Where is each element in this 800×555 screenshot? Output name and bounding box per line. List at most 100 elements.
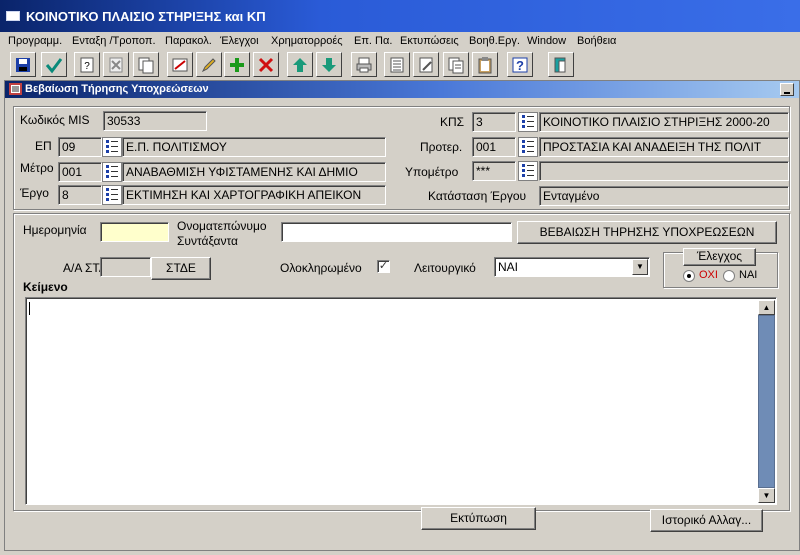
delete-record-button[interactable] (253, 52, 279, 77)
ep-list-button[interactable] (102, 137, 122, 157)
certificate-button[interactable]: ΒΕΒΑΙΩΣΗ ΤΗΡΗΣΗΣ ΥΠΟΧΡΕΩΣΕΩΝ (517, 221, 777, 244)
date-label: Ημερομηνία (23, 223, 87, 237)
query-button[interactable]: ? (74, 52, 100, 77)
metro-code-field[interactable]: 001 (58, 162, 102, 182)
scroll-down-button[interactable]: ▼ (758, 488, 775, 503)
document-edit-button[interactable] (413, 52, 439, 77)
history-button[interactable]: Ιστορικό Αλλαγ... (650, 509, 763, 532)
scroll-thumb[interactable] (758, 315, 775, 488)
list-values-icon (106, 188, 118, 201)
text-caret (29, 302, 30, 315)
edit-record-icon (172, 58, 188, 71)
date-field[interactable] (100, 222, 169, 242)
clear-button[interactable] (103, 52, 129, 77)
document-edit-icon (419, 57, 433, 72)
list-values-icon (106, 165, 118, 178)
proter-code-field[interactable]: 001 (472, 137, 516, 157)
author-label-line2: Συντάξαντα (177, 234, 238, 248)
menu-xrimatorroes[interactable]: Χρηματορροές (271, 35, 343, 47)
ypometro-list-button[interactable] (518, 161, 538, 181)
copy-record-button[interactable] (133, 52, 159, 77)
check-no-label: ΟΧΙ (699, 269, 718, 281)
app-title-bar: ΚΟΙΝΟΤΙΚΟ ΠΛΑΙΣΙΟ ΣΤΗΡΙΞΗΣ και ΚΠ (0, 0, 800, 32)
scroll-up-button[interactable]: ▲ (758, 300, 775, 315)
clipboard-button[interactable] (472, 52, 498, 77)
help-icon: ? (512, 57, 528, 73)
list-values-icon (106, 140, 118, 153)
check-no-radio[interactable] (683, 270, 695, 282)
text-area[interactable]: ▲ ▼ (25, 297, 777, 505)
menu-elegxoi[interactable]: Έλεγχοι (220, 35, 259, 47)
ep-code-field[interactable]: 09 (58, 137, 102, 157)
completed-checkbox[interactable]: ✓ (377, 260, 390, 273)
aa-stde-field[interactable] (100, 257, 151, 277)
operational-select[interactable]: ΝΑΙ ▼ (494, 257, 650, 277)
save-icon (16, 57, 30, 72)
form-window-icon (9, 83, 22, 95)
form-title: Βεβαίωση Τήρησης Υποχρεώσεων (25, 83, 209, 95)
mis-field[interactable]: 30533 (103, 111, 207, 131)
proter-list-button[interactable] (518, 137, 538, 157)
edit-pencil-icon (201, 57, 216, 72)
copy-record-icon (138, 57, 154, 73)
print-icon (356, 57, 372, 72)
menu-window[interactable]: Window (527, 35, 566, 47)
ergo-label: Έργο (20, 186, 49, 200)
chevron-down-icon[interactable]: ▼ (632, 259, 648, 275)
ypometro-code-field[interactable]: *** (472, 161, 516, 181)
menu-parakol[interactable]: Παρακολ. (165, 35, 212, 47)
menu-ep-pa[interactable]: Επ. Πα. (354, 35, 392, 47)
menu-programm[interactable]: Προγραμμ. (8, 35, 62, 47)
kps-name-field[interactable]: ΚΟΙΝΟΤΙΚΟ ΠΛΑΙΣΙΟ ΣΤΗΡΙΞΗΣ 2000-20 (539, 112, 789, 132)
ep-name-field[interactable]: Ε.Π. ΠΟΛΙΤΙΣΜΟΥ (122, 137, 386, 157)
print-button[interactable] (351, 52, 377, 77)
stde-button[interactable]: ΣΤΔΕ (151, 257, 211, 280)
menu-entaxi[interactable]: Ενταξη /Τροποπ. (72, 35, 156, 47)
menu-help[interactable]: Βοήθεια (577, 35, 616, 47)
clear-icon (109, 57, 123, 72)
toolbar: ? ? (0, 50, 800, 80)
metro-name-field[interactable]: ΑΝΑΒΑΘΜΙΣΗ ΥΦΙΣΤΑΜΕΝΗΣ ΚΑΙ ΔΗΜΙΟ (122, 162, 386, 182)
list-icon (390, 57, 404, 72)
next-record-button[interactable] (316, 52, 342, 77)
minimize-button[interactable] (780, 83, 794, 96)
document-button[interactable] (443, 52, 469, 77)
ergo-code-field[interactable]: 8 (58, 185, 102, 205)
metro-list-button[interactable] (102, 162, 122, 182)
save-button[interactable] (10, 52, 36, 77)
kps-list-button[interactable] (518, 112, 538, 132)
check-yes-radio[interactable] (723, 270, 735, 282)
katastasi-field[interactable]: Ενταγμένο (539, 186, 789, 206)
ergo-name-field[interactable]: ΕΚΤΙΜΗΣΗ ΚΑΙ ΧΑΡΤΟΓΡΑΦΙΚΗ ΑΠΕΙΚΟΝ (122, 185, 386, 205)
kps-code-field[interactable]: 3 (472, 112, 516, 132)
query-icon: ? (80, 57, 94, 72)
check-yes-label: ΝΑΙ (739, 269, 758, 281)
commit-button[interactable] (41, 52, 67, 77)
help-button[interactable]: ? (507, 52, 533, 77)
author-field[interactable] (281, 222, 512, 242)
edit-pencil-button[interactable] (196, 52, 222, 77)
edit-record-button[interactable] (167, 52, 193, 77)
insert-record-button[interactable] (224, 52, 250, 77)
svg-text:?: ? (516, 58, 524, 73)
menu-ektyposeis[interactable]: Εκτυπώσεις (400, 35, 459, 47)
app-window-icon (6, 11, 20, 21)
ergo-list-button[interactable] (102, 185, 122, 205)
vertical-scrollbar[interactable]: ▲ ▼ (758, 300, 775, 503)
next-record-icon (322, 57, 336, 72)
operational-value: ΝΑΙ (498, 260, 519, 274)
commit-check-icon (45, 57, 63, 73)
proter-name-field[interactable]: ΠΡΟΣΤΑΣΙΑ ΚΑΙ ΑΝΑΔΕΙΞΗ ΤΗΣ ΠΟΛΙΤ (539, 137, 789, 157)
list-values-icon (522, 140, 534, 153)
ypometro-name-field[interactable] (539, 161, 789, 181)
menu-voith-erg[interactable]: Βοηθ.Εργ. (469, 35, 520, 47)
previous-record-button[interactable] (287, 52, 313, 77)
list-button[interactable] (384, 52, 410, 77)
list-values-icon (522, 164, 534, 177)
proter-label: Προτερ. (420, 140, 463, 154)
kps-label: ΚΠΣ (440, 115, 465, 129)
print-report-button[interactable]: Εκτύπωση (421, 507, 536, 530)
exit-button[interactable] (548, 52, 574, 77)
check-group-title: Έλεγχος (683, 248, 756, 266)
svg-text:?: ? (84, 61, 90, 72)
